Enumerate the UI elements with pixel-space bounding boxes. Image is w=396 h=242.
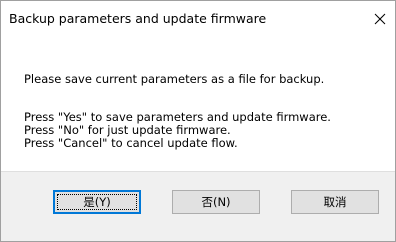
focus-rectangle (57, 194, 137, 210)
cancel-button-label: 取消 (323, 195, 347, 209)
message-line-cancel: Press "Cancel" to cancel update flow. (24, 136, 238, 150)
close-button[interactable] (365, 1, 395, 37)
yes-button[interactable]: 是(Y) (53, 190, 141, 214)
button-bar: 是(Y) 否(N) 取消 (1, 171, 395, 241)
message-dialog: Backup parameters and update firmware Pl… (0, 0, 396, 242)
no-button[interactable]: 否(N) (172, 190, 260, 214)
dialog-title: Backup parameters and update firmware (9, 11, 267, 26)
dialog-content: Please save current parameters as a file… (1, 37, 395, 171)
title-bar: Backup parameters and update firmware (1, 1, 395, 37)
message-line-backup: Please save current parameters as a file… (24, 72, 325, 86)
close-icon (374, 13, 386, 25)
no-button-label: 否(N) (201, 195, 231, 209)
cancel-button[interactable]: 取消 (291, 190, 379, 214)
